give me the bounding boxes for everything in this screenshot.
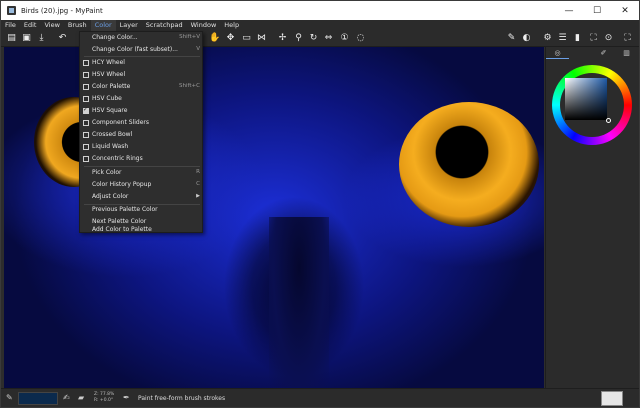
close-button[interactable]: ✕ <box>611 1 639 20</box>
menu-item-hsv-square[interactable]: HSV Square <box>80 105 204 117</box>
menu-brush[interactable]: Brush <box>64 20 91 31</box>
blend-mode-icon[interactable]: ▰ <box>78 393 84 402</box>
menu-item-pick-color[interactable]: Pick Color R <box>80 167 204 179</box>
menu-item-concentric-rings[interactable]: Concentric Rings <box>80 153 204 165</box>
open-file-icon[interactable]: ▣ <box>21 33 32 44</box>
checkbox[interactable] <box>83 156 89 162</box>
layers-tab-icon[interactable]: ▥ <box>615 47 638 59</box>
menu-layer[interactable]: Layer <box>116 20 142 31</box>
color-menu-dropdown: Change Color... Shift+V Change Color (fas… <box>79 31 203 233</box>
menu-scratchpad[interactable]: Scratchpad <box>142 20 187 31</box>
owl-right-eye <box>399 102 539 227</box>
window-controls: — ☐ ✕ <box>555 1 639 20</box>
checkbox[interactable] <box>83 96 89 102</box>
reset-view-icon[interactable]: ① <box>339 33 350 44</box>
checkbox[interactable] <box>83 120 89 126</box>
menu-item-hcy-wheel[interactable]: HCY Wheel <box>80 57 204 69</box>
frame-icon[interactable]: ▭ <box>241 33 252 44</box>
help-icon[interactable]: ⊙ <box>603 33 614 44</box>
status-bar: ✎ ✍ ▰ Z: 77.8% R: +0.0° ✒ Paint free-for… <box>1 388 639 407</box>
fullscreen-icon[interactable]: ⛶ <box>588 33 599 44</box>
menu-item-component-sliders[interactable]: Component Sliders <box>80 117 204 129</box>
layers-menu-icon[interactable]: ☰ <box>557 33 568 44</box>
current-color-swatch[interactable] <box>18 392 58 405</box>
color-marker[interactable] <box>606 118 611 123</box>
menu-edit[interactable]: Edit <box>20 20 41 31</box>
checkbox[interactable] <box>83 132 89 138</box>
submenu-arrow-icon: ▶ <box>196 193 200 199</box>
color-panel: ◎ ✐ ▥ <box>545 47 639 388</box>
menu-help[interactable]: Help <box>220 20 243 31</box>
scratchpad-icon[interactable]: ▮ <box>572 33 583 44</box>
menu-item-previous-palette-color[interactable]: Previous Palette Color <box>80 204 204 216</box>
checkbox[interactable] <box>83 60 89 66</box>
window-title: Birds (20).jpg - MyPaint <box>21 6 103 15</box>
saturation-value-square[interactable] <box>565 78 607 120</box>
menu-item-crossed-bowl[interactable]: Crossed Bowl <box>80 129 204 141</box>
move-icon[interactable]: ✥ <box>225 33 236 44</box>
brush-settings-icon[interactable]: ✎ <box>506 33 517 44</box>
pen-icon: ✒ <box>123 393 130 402</box>
symmetry-icon[interactable]: ⋈ <box>256 33 267 44</box>
menu-item-change-color-fast[interactable]: Change Color (fast subset)... V <box>80 44 204 56</box>
zoom-icon[interactable]: ⚲ <box>293 33 304 44</box>
mypaint-window: Birds (20).jpg - MyPaint — ☐ ✕ File Edit… <box>0 0 640 408</box>
save-icon[interactable]: ⤓ <box>36 33 47 44</box>
mypaint-app-icon <box>7 6 16 15</box>
menu-bar: File Edit View Brush Color Layer Scratch… <box>1 20 639 31</box>
minimize-button[interactable]: — <box>555 1 583 20</box>
zoom-readout: Z: 77.8% R: +0.0° <box>94 392 115 403</box>
menu-item-color-palette[interactable]: Color Palette Shift+C <box>80 81 204 93</box>
freehand-icon[interactable]: ✋ <box>209 33 220 44</box>
mirror-icon[interactable]: ⇔ <box>323 33 334 44</box>
color-picker-icon[interactable]: ◐ <box>521 33 532 44</box>
menu-item-add-color-to-palette[interactable]: Add Color to Palette <box>80 226 204 234</box>
menu-window[interactable]: Window <box>187 20 221 31</box>
panel-tabs: ◎ ✐ ▥ <box>546 47 640 59</box>
rotate-icon[interactable]: ↻ <box>308 33 319 44</box>
title-bar: Birds (20).jpg - MyPaint — ☐ ✕ <box>1 1 639 20</box>
edit-icon[interactable]: ✍ <box>63 393 70 402</box>
checkbox[interactable] <box>83 84 89 90</box>
menu-item-hsv-wheel[interactable]: HSV Wheel <box>80 69 204 81</box>
expand-icon[interactable]: ⛶ <box>622 33 633 44</box>
checkbox-checked[interactable] <box>83 106 89 114</box>
menu-file[interactable]: File <box>1 20 20 31</box>
checkbox[interactable] <box>83 72 89 78</box>
status-message: Paint free-form brush strokes <box>138 395 226 402</box>
brush-icon[interactable]: ✎ <box>6 393 13 402</box>
menu-item-hsv-cube[interactable]: HSV Cube <box>80 93 204 105</box>
new-file-icon[interactable]: ▤ <box>6 33 17 44</box>
menu-item-adjust-color[interactable]: Adjust Color ▶ <box>80 191 204 203</box>
owl-beak <box>269 217 329 387</box>
preview-thumbnail[interactable] <box>601 391 623 406</box>
brush-tab-icon[interactable]: ✐ <box>592 47 615 59</box>
checkbox[interactable] <box>83 144 89 150</box>
menu-color[interactable]: Color <box>90 20 116 31</box>
undo-icon[interactable]: ↶ <box>57 33 68 44</box>
menu-item-color-history-popup[interactable]: Color History Popup C <box>80 179 204 191</box>
empty-tab[interactable] <box>569 47 592 59</box>
menu-item-liquid-wash[interactable]: Liquid Wash <box>80 141 204 153</box>
settings-icon[interactable]: ⚙ <box>542 33 553 44</box>
pan-icon[interactable]: ✢ <box>277 33 288 44</box>
maximize-button[interactable]: ☐ <box>583 1 611 20</box>
color-tab-icon[interactable]: ◎ <box>546 47 569 59</box>
menu-item-change-color[interactable]: Change Color... Shift+V <box>80 32 204 44</box>
menu-view[interactable]: View <box>40 20 63 31</box>
fit-view-icon[interactable]: ◌ <box>355 33 366 44</box>
